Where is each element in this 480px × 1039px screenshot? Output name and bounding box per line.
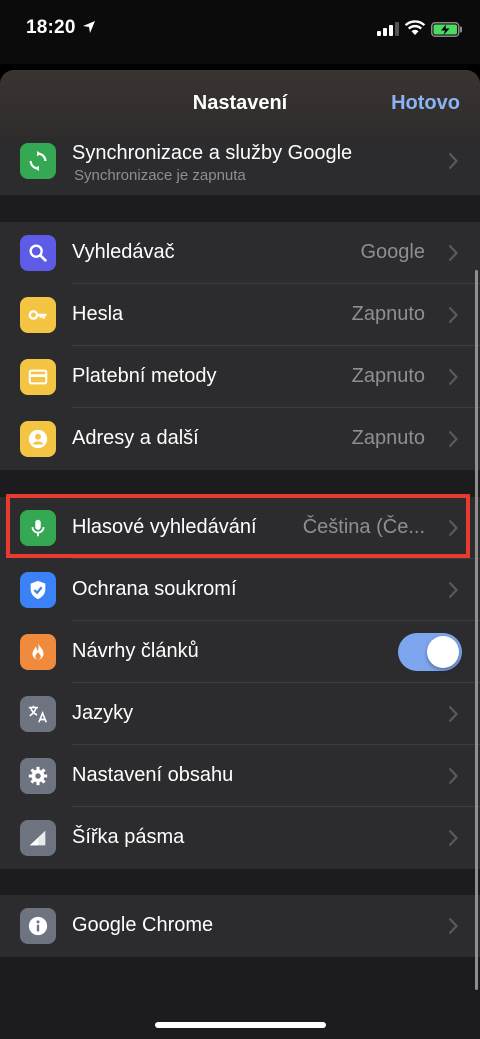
translate-icon [28,705,48,723]
passwords-label: Hesla [72,303,124,325]
sync-icon [29,150,47,172]
chevron-right-icon [448,829,458,847]
chevron-right-icon [448,152,458,170]
search-icon [29,244,47,262]
gear-icon-tile [20,758,56,794]
battery-charging-icon [431,22,462,37]
bandwidth-row[interactable]: Šířka pásma [0,807,480,869]
voice-search-highlight-box [6,494,470,558]
languages-label: Jazyky [72,702,134,724]
article-suggestions-label: Návrhy článků [72,640,199,662]
chevron-right-icon [448,917,458,935]
autofill-section: Vyhledávač Google Hesla Zapnuto Platební… [0,222,480,470]
privacy-row[interactable]: Ochrana soukromí [0,559,480,621]
scrollbar[interactable] [475,270,478,990]
location-arrow-icon [83,21,95,33]
credit-card-icon-tile [20,359,56,395]
article-suggestions-toggle[interactable] [398,633,462,671]
chevron-right-icon [448,767,458,785]
search-icon-tile [20,235,56,271]
credit-card-icon [28,369,48,385]
search-engine-row[interactable]: Vyhledávač Google [0,222,480,284]
toggle-knob [427,636,459,668]
translate-icon-tile [20,696,56,732]
payment-methods-value: Zapnuto [351,365,425,387]
shield-icon-tile [20,572,56,608]
gear-icon [28,766,48,786]
info-icon-tile [20,908,56,944]
wifi-icon [404,20,426,35]
search-engine-label: Vyhledávač [72,241,175,263]
sync-icon-tile [20,143,56,179]
bandwidth-icon-tile [20,820,56,856]
addresses-row[interactable]: Adresy a další Zapnuto [0,408,480,470]
privacy-label: Ochrana soukromí [72,578,237,600]
sync-row[interactable]: Synchronizace a služby Google Synchroniz… [0,130,480,192]
key-icon-tile [20,297,56,333]
passwords-row[interactable]: Hesla Zapnuto [0,284,480,346]
sync-label: Synchronizace a služby Google [72,142,353,164]
chevron-right-icon [448,705,458,723]
person-icon [28,429,48,449]
payment-methods-row[interactable]: Platební metody Zapnuto [0,346,480,408]
done-button[interactable]: Hotovo [391,92,460,115]
bandwidth-label: Šířka pásma [72,826,185,848]
status-time: 18:20 [26,17,76,38]
google-chrome-label: Google Chrome [72,914,214,936]
key-icon [28,310,47,320]
info-icon [28,916,48,936]
payment-methods-label: Platební metody [72,365,217,387]
person-icon-tile [20,421,56,457]
passwords-value: Zapnuto [351,303,425,325]
article-suggestions-row: Návrhy článků [0,621,480,683]
chevron-right-icon [448,430,458,448]
chevron-right-icon [448,368,458,386]
addresses-value: Zapnuto [351,427,425,449]
home-indicator[interactable] [155,1022,326,1028]
fire-icon [32,642,44,660]
addresses-label: Adresy a další [72,427,199,449]
sync-section: Synchronizace a služby Google Synchroniz… [0,140,480,195]
status-bar: 18:20 [0,0,480,64]
fire-icon-tile [20,634,56,670]
shield-icon [30,580,46,600]
bandwidth-icon [29,830,46,846]
about-section: Google Chrome [0,895,480,957]
search-engine-value: Google [360,241,426,263]
content-settings-row[interactable]: Nastavení obsahu [0,745,480,807]
chevron-right-icon [448,306,458,324]
chevron-right-icon [448,244,458,262]
cellular-signal-icon [377,22,399,36]
google-chrome-row[interactable]: Google Chrome [0,895,480,957]
sync-sublabel: Synchronizace je zapnuta [74,167,246,184]
settings-sheet: Nastavení Hotovo Synchronizace a služby … [0,70,480,1039]
chevron-right-icon [448,581,458,599]
languages-row[interactable]: Jazyky [0,683,480,745]
content-settings-label: Nastavení obsahu [72,764,234,786]
